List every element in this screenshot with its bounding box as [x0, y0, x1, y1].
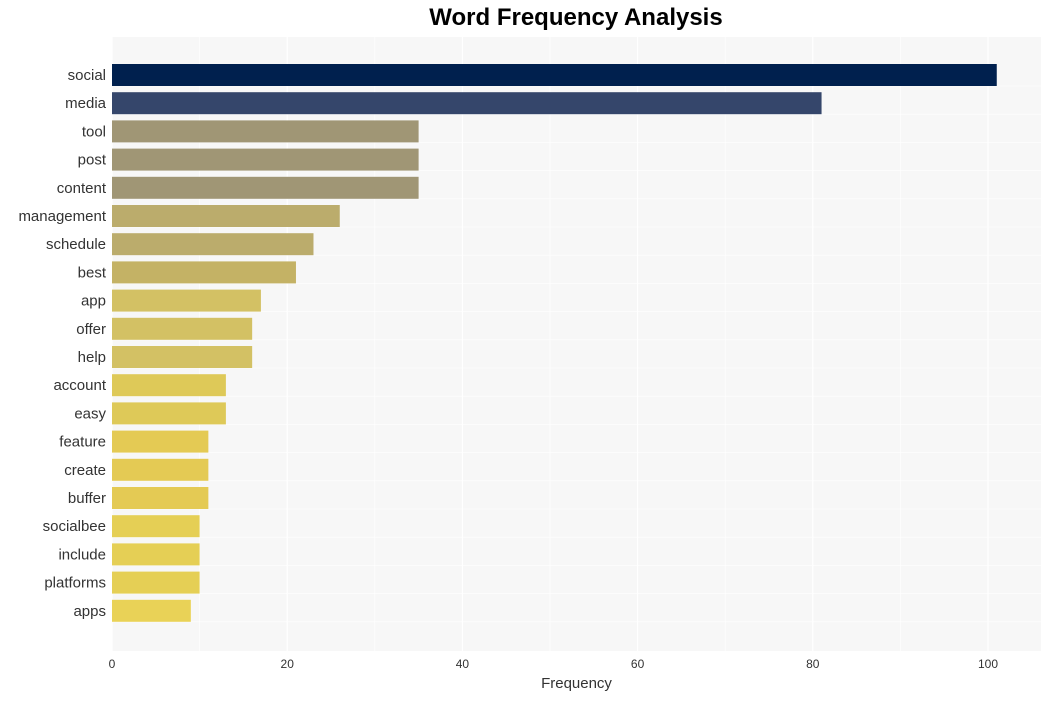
bar-social	[112, 64, 997, 86]
y-tick-label: content	[57, 180, 107, 197]
bar-chart: social media tool post content management sche…	[18, 37, 1041, 671]
y-tick-label: help	[78, 349, 106, 366]
y-tick-label: easy	[74, 405, 106, 422]
x-axis-label: Frequency	[541, 675, 612, 692]
y-tick-label: apps	[73, 603, 106, 620]
bar-post	[112, 148, 419, 171]
y-tick-label: media	[65, 95, 107, 112]
x-tick-label: 100	[978, 657, 998, 671]
bar-apps	[112, 599, 191, 622]
y-tick-label: include	[58, 546, 106, 563]
y-tick-label: platforms	[44, 575, 106, 592]
bar-feature	[112, 430, 209, 453]
y-tick-label: schedule	[46, 236, 106, 253]
bar-content	[112, 176, 419, 199]
x-tick-label: 20	[281, 657, 295, 671]
x-tick-label: 40	[456, 657, 470, 671]
bar-create	[112, 458, 209, 481]
y-tick-label: best	[78, 264, 107, 281]
bar-management	[112, 205, 340, 227]
y-tick-label: app	[81, 293, 106, 310]
bar-app	[112, 289, 261, 312]
y-tick-label: offer	[76, 321, 106, 338]
bar-easy	[112, 402, 226, 425]
y-tick-label: feature	[59, 434, 106, 451]
bar-offer	[112, 317, 253, 340]
bar-media	[112, 92, 822, 115]
y-tick-label: management	[18, 208, 106, 225]
x-tick-label: 0	[109, 657, 116, 671]
y-tick-label: buffer	[68, 490, 106, 507]
bar-buffer	[112, 487, 209, 509]
y-tick-label: socialbee	[43, 518, 106, 535]
bar-socialbee	[112, 515, 200, 538]
y-tick-labels: social media tool post content management sche…	[18, 67, 106, 620]
x-tick-labels: 0 20 40 60 80 100	[109, 657, 999, 671]
y-tick-label: post	[78, 152, 107, 169]
bar-help	[112, 346, 253, 368]
y-tick-label: account	[53, 377, 106, 394]
y-tick-label: tool	[82, 123, 106, 140]
y-tick-label: social	[68, 67, 106, 84]
bar-account	[112, 374, 226, 397]
bar-include	[112, 543, 200, 566]
bar-platforms	[112, 571, 200, 594]
x-tick-label: 80	[806, 657, 820, 671]
bar-tool	[112, 120, 419, 143]
bar-schedule	[112, 233, 314, 256]
x-tick-label: 60	[631, 657, 645, 671]
bar-best	[112, 261, 296, 284]
y-tick-label: create	[64, 462, 106, 479]
